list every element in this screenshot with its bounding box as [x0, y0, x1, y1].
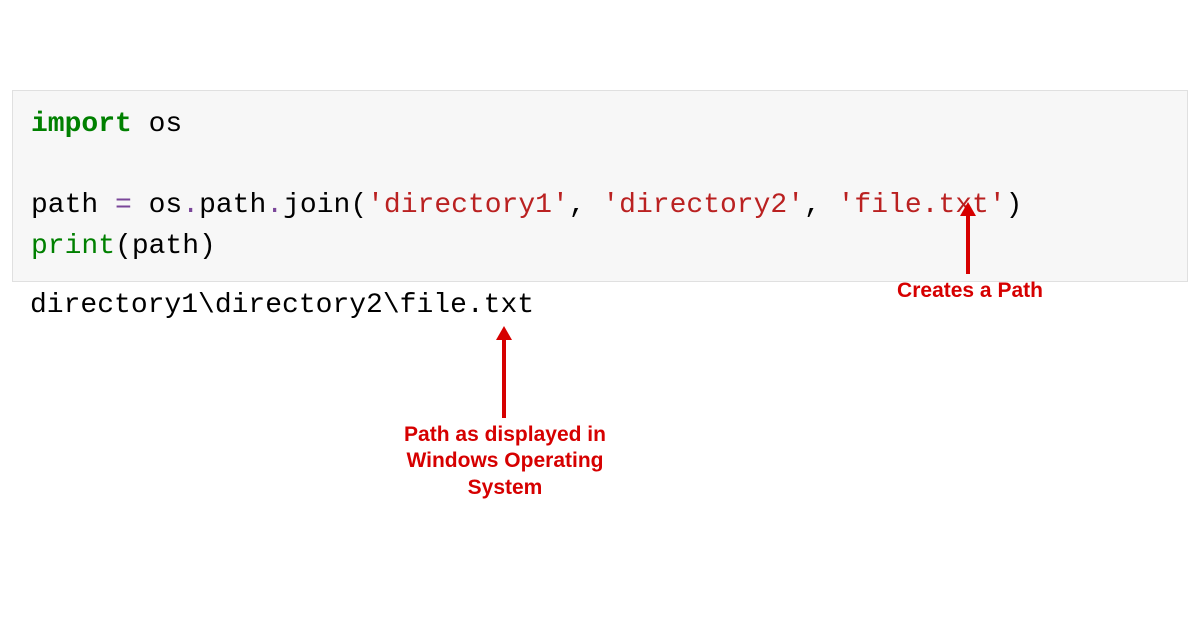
annotation-windows-path: Path as displayed in Windows Operating S… [390, 422, 620, 501]
output-text: directory1\directory2\file.txt [30, 290, 534, 321]
arg-path: path [132, 231, 199, 262]
paren-close: ) [1006, 190, 1023, 221]
annotation-windows-path-line3: System [390, 475, 620, 501]
attr-path: path [199, 190, 266, 221]
paren-open-2: ( [115, 231, 132, 262]
string-arg-2: 'directory2' [602, 190, 804, 221]
code-line-4: print(path) [31, 227, 1169, 268]
string-arg-3: 'file.txt' [838, 190, 1006, 221]
comma-1: , [569, 190, 603, 221]
paren-open: ( [350, 190, 367, 221]
expr-os: os [132, 190, 182, 221]
comma-2: , [804, 190, 838, 221]
paren-close-2: ) [199, 231, 216, 262]
module-name: os [132, 109, 182, 140]
annotation-windows-path-line1: Path as displayed in [390, 422, 620, 448]
annotation-creates-path-text: Creates a Path [897, 279, 1043, 302]
var-path: path [31, 190, 115, 221]
arrow-windows-path [494, 326, 514, 418]
annotation-creates-path: Creates a Path [880, 278, 1060, 304]
dot-1: . [182, 190, 199, 221]
fn-join: join [283, 190, 350, 221]
arrow-creates-path [958, 202, 978, 274]
code-block: import os path = os.path.join('directory… [12, 90, 1188, 282]
dot-2: . [266, 190, 283, 221]
code-line-1: import os [31, 105, 1169, 146]
blank-line [31, 146, 1169, 187]
builtin-print: print [31, 231, 115, 262]
operator-eq: = [115, 190, 132, 221]
annotation-windows-path-line2: Windows Operating [390, 448, 620, 474]
string-arg-1: 'directory1' [367, 190, 569, 221]
code-line-3: path = os.path.join('directory1', 'direc… [31, 186, 1169, 227]
keyword-import: import [31, 109, 132, 140]
